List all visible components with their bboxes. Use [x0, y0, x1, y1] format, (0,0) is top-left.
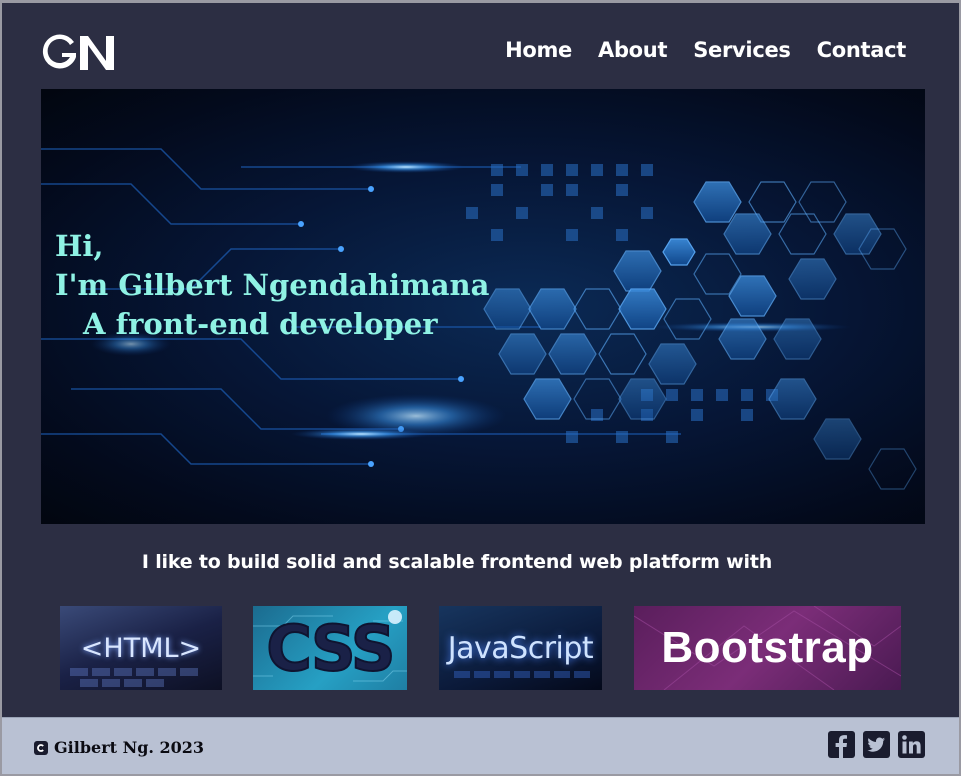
linkedin-icon[interactable]: [898, 731, 925, 758]
nav-home[interactable]: Home: [505, 38, 572, 62]
nav-about[interactable]: About: [598, 38, 668, 62]
skills-tagline: I like to build solid and scalable front…: [141, 551, 773, 573]
hero-name: I'm Gilbert Ngendahimana: [55, 268, 490, 302]
site-footer: Gilbert Ng. 2023: [2, 717, 959, 774]
copyright-text: Gilbert Ng. 2023: [54, 738, 205, 757]
hero-greeting: Hi,: [55, 229, 104, 263]
gn-logo[interactable]: [40, 33, 118, 73]
nav-contact[interactable]: Contact: [817, 38, 907, 62]
nav-services[interactable]: Services: [693, 38, 791, 62]
html-logo: <HTML>: [60, 606, 222, 690]
html-label: <HTML>: [80, 632, 202, 664]
facebook-icon[interactable]: [828, 731, 855, 758]
hero-banner: Hi, I'm Gilbert Ngendahimana A front-end…: [41, 89, 925, 524]
bootstrap-label: Bootstrap: [661, 623, 874, 672]
hero-role: A front-end developer: [83, 307, 438, 341]
bootstrap-logo: Bootstrap: [634, 606, 901, 690]
css-logo: CSS: [253, 606, 407, 690]
hero-intro: Hi, I'm Gilbert Ngendahimana A front-end…: [55, 227, 489, 344]
copyright: Gilbert Ng. 2023: [34, 738, 204, 757]
javascript-label: JavaScript: [447, 630, 594, 666]
css-label: CSS: [265, 611, 396, 686]
social-links: [828, 731, 925, 758]
main-nav: Home About Services Contact: [505, 38, 906, 62]
copyright-icon: [34, 740, 48, 755]
twitter-icon[interactable]: [863, 731, 890, 758]
gn-logo-mark: [42, 34, 114, 70]
javascript-logo: JavaScript: [439, 606, 602, 690]
